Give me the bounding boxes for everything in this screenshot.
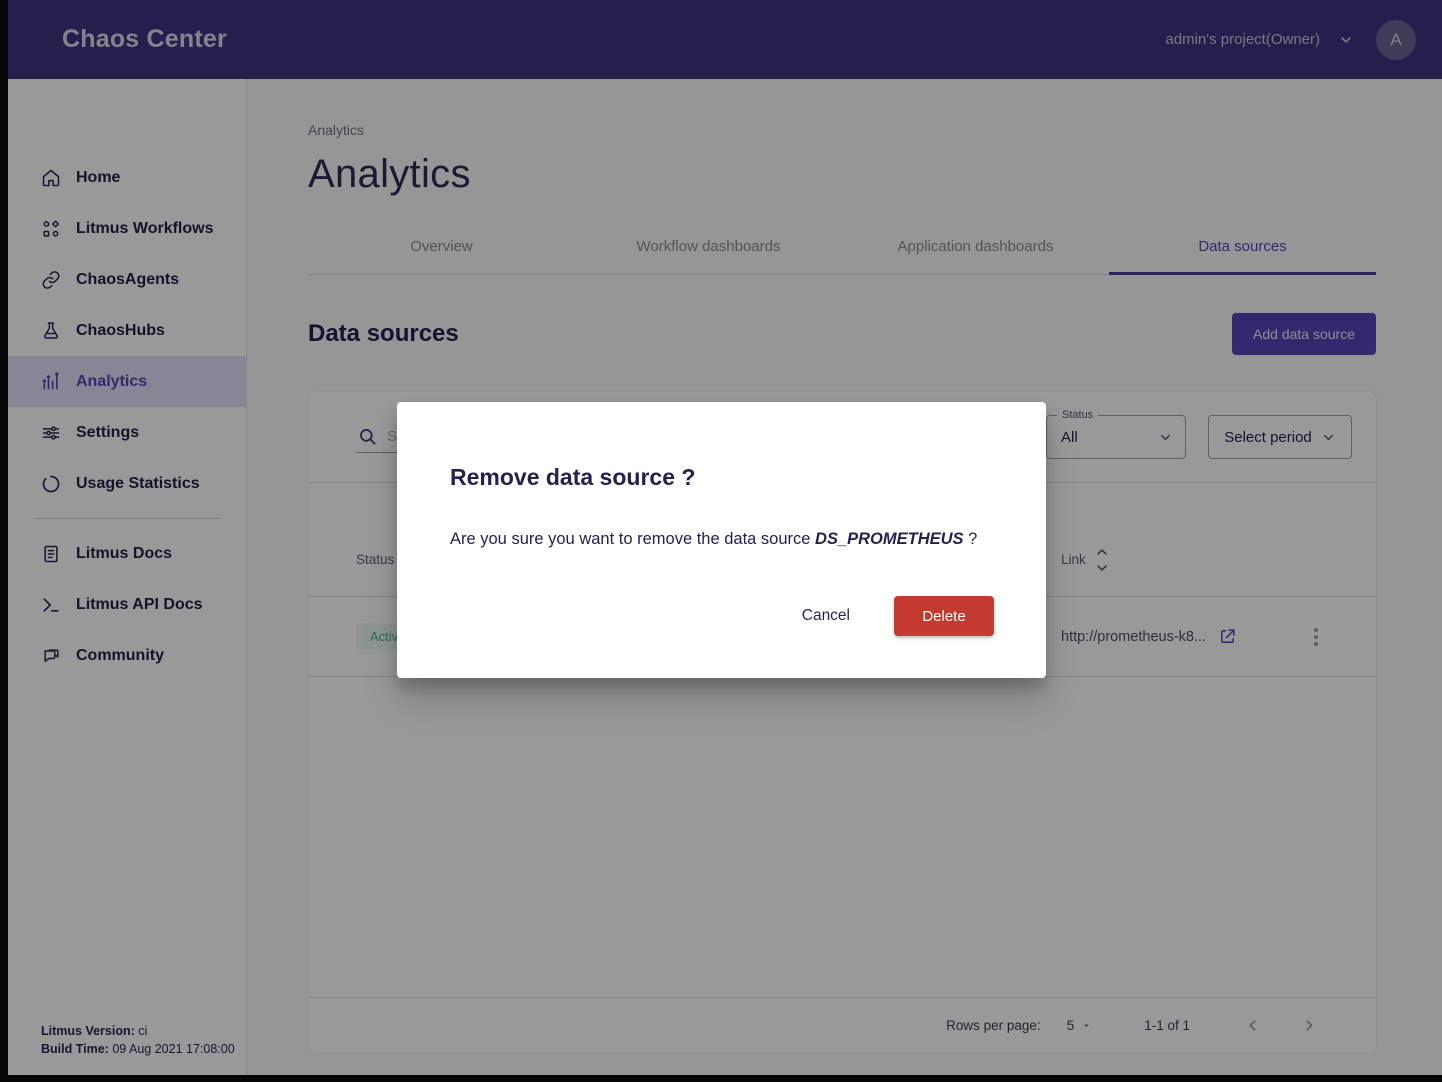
modal-title: Remove data source ?: [450, 464, 994, 491]
remove-data-source-modal: Remove data source ? Are you sure you wa…: [397, 402, 1046, 678]
delete-button[interactable]: Delete: [894, 596, 994, 636]
cancel-button[interactable]: Cancel: [800, 599, 852, 633]
modal-message: Are you sure you want to remove the data…: [450, 530, 994, 549]
modal-actions: Cancel Delete: [800, 596, 994, 636]
data-source-name: DS_PROMETHEUS: [815, 530, 964, 548]
